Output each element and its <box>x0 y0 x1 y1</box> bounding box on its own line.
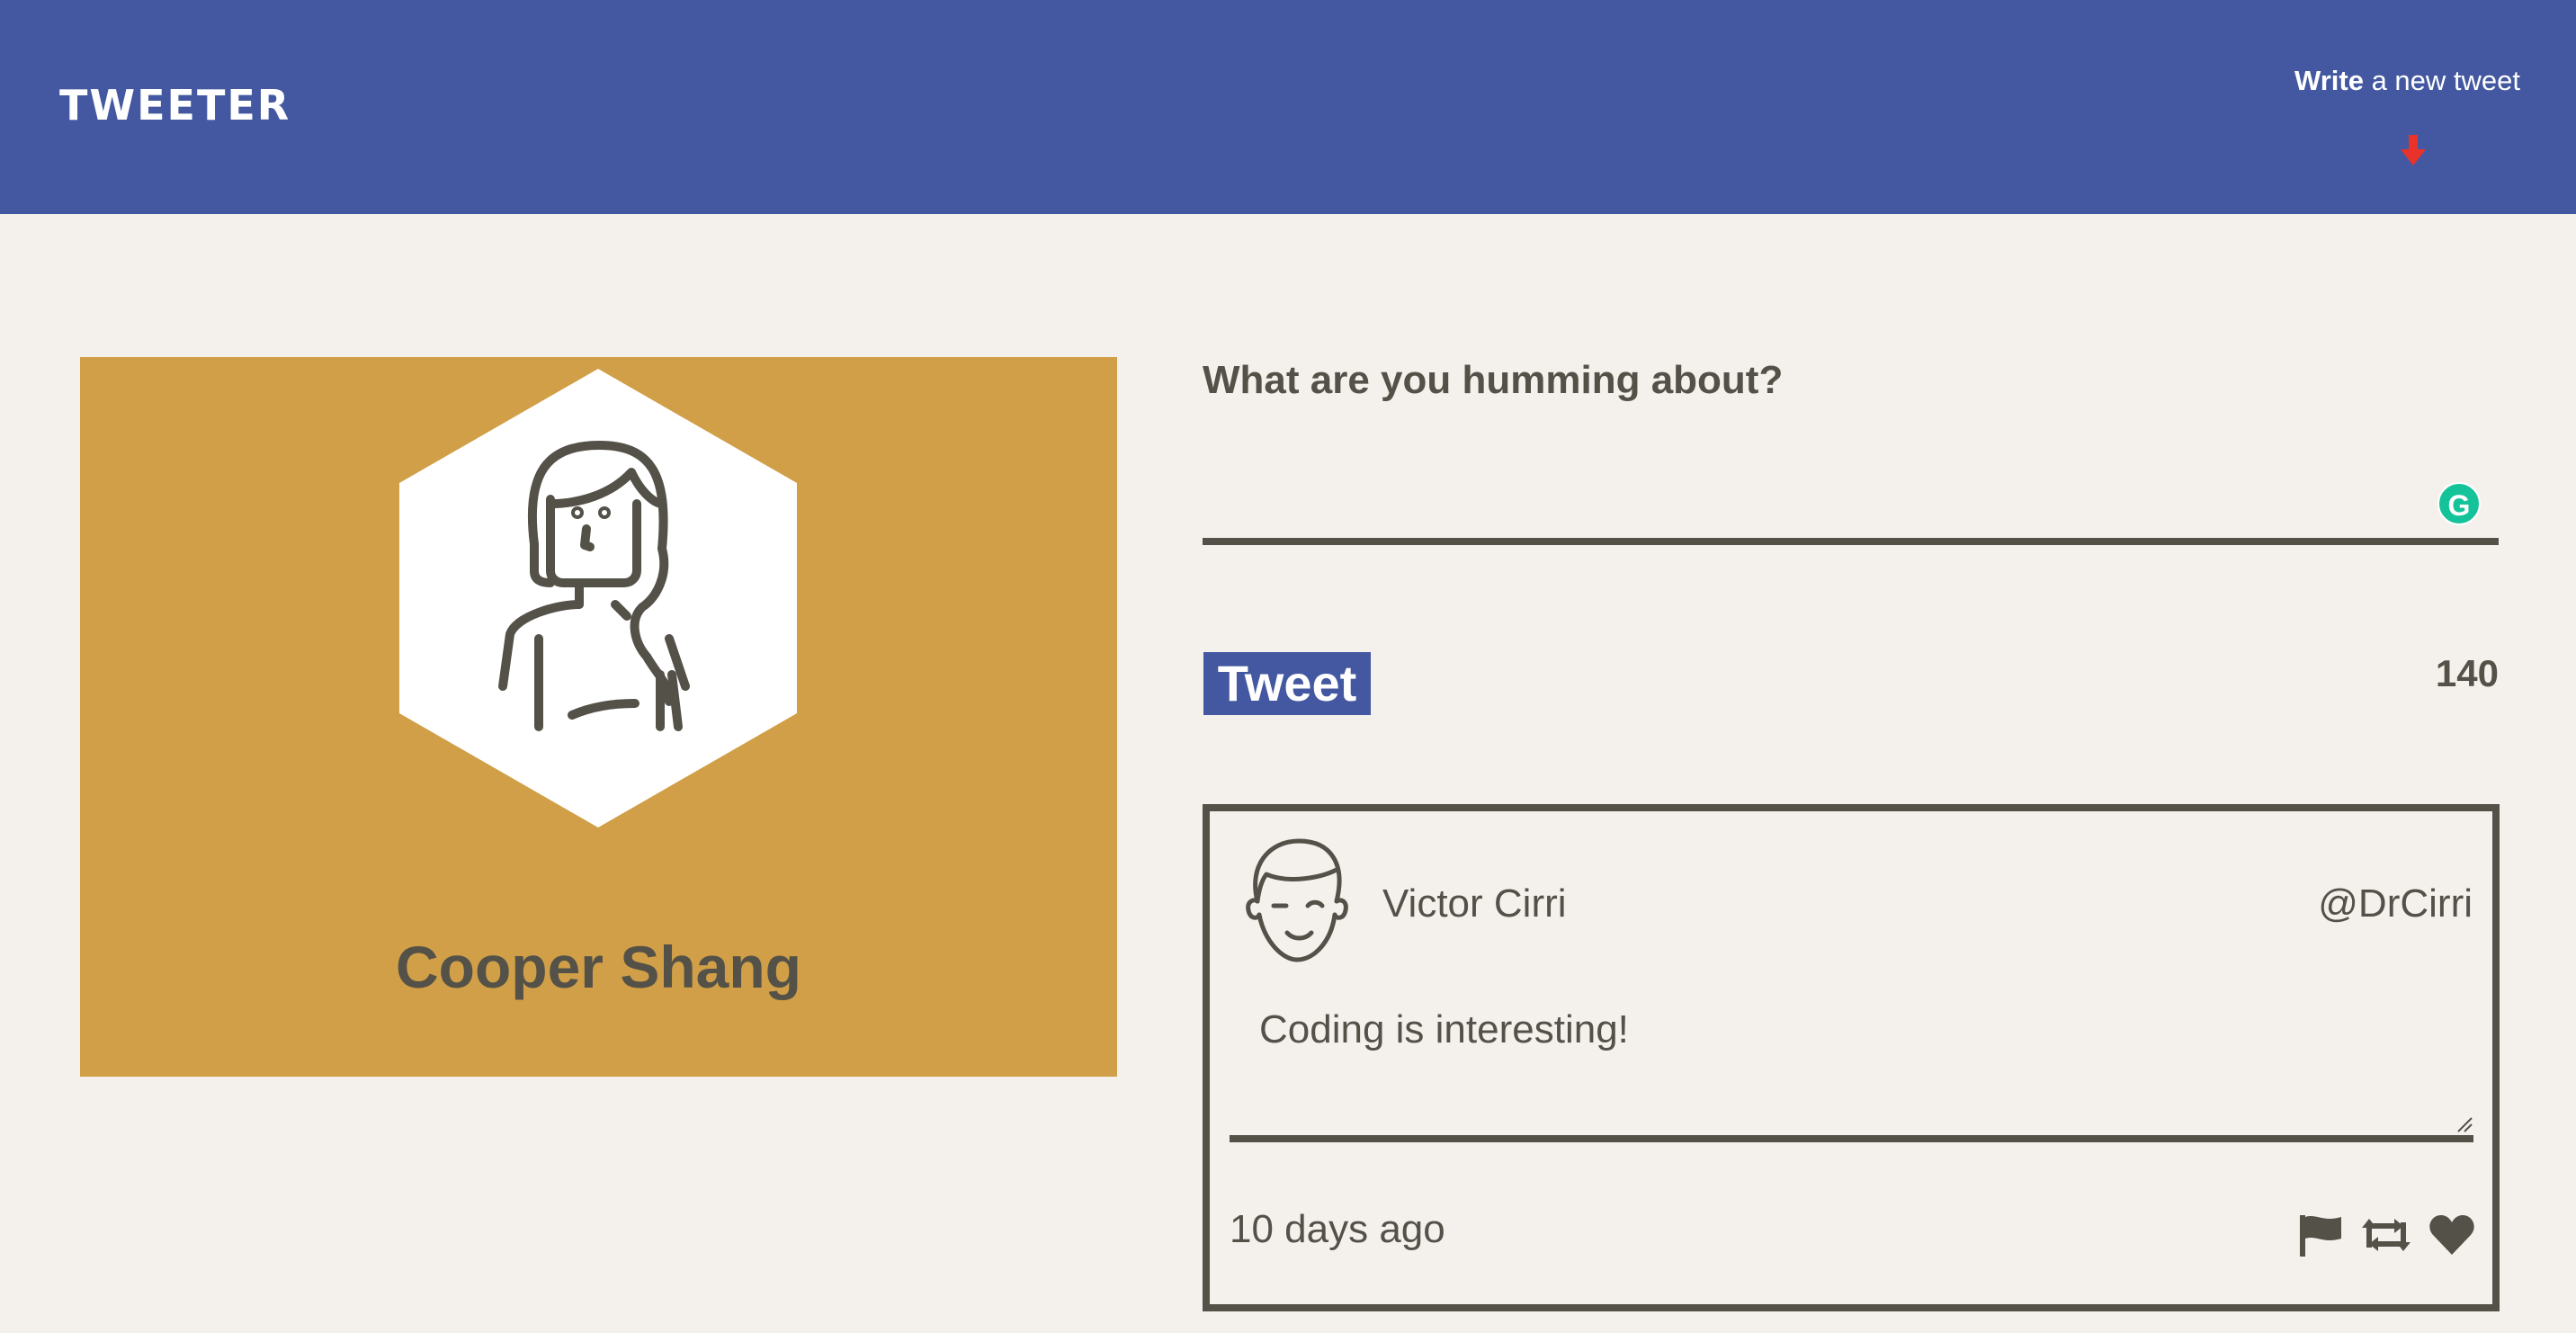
tweet-author-avatar <box>1246 838 1348 962</box>
compose-label: What are you humming about? <box>1203 358 1784 402</box>
resize-handle-icon[interactable] <box>2456 1116 2473 1132</box>
compose-toggle-text: a new tweet <box>2363 65 2520 96</box>
tweet-textarea[interactable] <box>1203 441 2499 545</box>
heart-icon[interactable] <box>2428 1213 2476 1257</box>
retweet-icon[interactable] <box>2362 1213 2411 1257</box>
profile-card: Cooper Shang <box>80 357 1117 1077</box>
user-avatar <box>399 369 797 828</box>
character-counter: 140 <box>2435 652 2499 694</box>
app-logo[interactable]: TWEETER <box>59 81 291 130</box>
tweet-author-handle: @DrCirri <box>2318 881 2473 926</box>
tweet-actions <box>2296 1212 2476 1257</box>
write-new-tweet-toggle[interactable]: Write a new tweet <box>2294 65 2520 97</box>
tweet-button[interactable]: Tweet <box>1203 652 1371 715</box>
tweet-card: Victor Cirri @DrCirri Coding is interest… <box>1203 804 2500 1311</box>
navbar: TWEETER Write a new tweet <box>0 0 2576 214</box>
profile-name: Cooper Shang <box>395 934 801 1000</box>
grammarly-icon[interactable]: G <box>2437 482 2481 525</box>
tweet-text: Coding is interesting! <box>1259 1007 1629 1051</box>
tweet-divider <box>1230 1135 2473 1142</box>
compose-toggle-bold-text: Write <box>2294 65 2364 96</box>
tweet-timestamp: 10 days ago <box>1230 1207 1445 1251</box>
tweet-author-name: Victor Cirri <box>1382 881 1567 926</box>
arrow-down-icon[interactable] <box>2400 135 2427 167</box>
flag-icon[interactable] <box>2296 1213 2345 1257</box>
